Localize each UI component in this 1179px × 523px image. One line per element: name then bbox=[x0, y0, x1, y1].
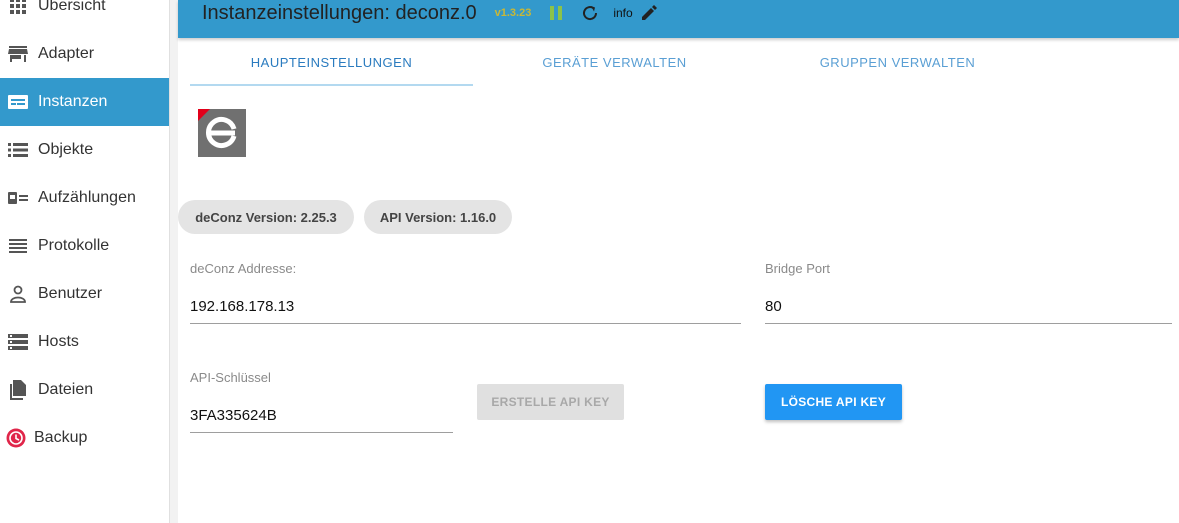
delete-api-key-button[interactable]: LÖSCHE API KEY bbox=[765, 384, 902, 420]
tab-geraete-verwalten[interactable]: GERÄTE VERWALTEN bbox=[473, 40, 756, 84]
pause-icon[interactable] bbox=[549, 5, 563, 21]
enum-icon bbox=[8, 188, 28, 208]
create-api-key-button[interactable]: ERSTELLE API KEY bbox=[477, 384, 624, 420]
sidebar-item-label: Objekte bbox=[38, 141, 94, 158]
sidebar-item-backup[interactable]: Backup bbox=[0, 414, 169, 462]
sidebar-item-dateien[interactable]: Dateien bbox=[0, 366, 169, 414]
address-input[interactable] bbox=[190, 289, 741, 324]
sidebar-item-adapter[interactable]: Adapter bbox=[0, 30, 169, 78]
sidebar-item-aufzaehlungen[interactable]: Aufzählungen bbox=[0, 174, 169, 222]
sidebar-item-label: Benutzer bbox=[38, 285, 103, 302]
sidebar-item-label: Hosts bbox=[38, 333, 79, 350]
sidebar-item-label: Aufzählungen bbox=[38, 189, 136, 206]
refresh-icon[interactable] bbox=[581, 4, 599, 22]
address-label: deConz Addresse: bbox=[190, 261, 297, 276]
sidebar-item-label: Instanzen bbox=[38, 93, 108, 110]
list-icon bbox=[8, 140, 28, 160]
port-label: Bridge Port bbox=[765, 261, 831, 276]
edit-icon[interactable] bbox=[641, 5, 657, 21]
sidebar-item-objekte[interactable]: Objekte bbox=[0, 126, 169, 174]
tab-gruppen-verwalten[interactable]: GRUPPEN VERWALTEN bbox=[756, 40, 1039, 84]
sidebar-item-label: Backup bbox=[34, 429, 88, 446]
sidebar-item-uebersicht[interactable]: Übersicht bbox=[0, 0, 169, 30]
sidebar-item-label: Übersicht bbox=[38, 0, 106, 14]
sidebar-divider bbox=[170, 0, 178, 523]
instances-icon bbox=[8, 92, 28, 112]
sidebar: Übersicht Adapter Instanzen Objekte Aufz… bbox=[0, 0, 170, 523]
tab-indicator bbox=[190, 84, 473, 86]
log-icon bbox=[8, 236, 28, 256]
header-bar: Instanzeinstellungen: deconz.0 v1.3.23 i… bbox=[178, 0, 1179, 38]
user-icon bbox=[8, 284, 28, 304]
sidebar-item-instanzen[interactable]: Instanzen bbox=[0, 78, 169, 126]
apikey-label: API-Schlüssel bbox=[190, 370, 271, 385]
sidebar-item-protokolle[interactable]: Protokolle bbox=[0, 222, 169, 270]
apikey-input[interactable] bbox=[190, 398, 453, 433]
page-title: Instanzeinstellungen: deconz.0 bbox=[202, 1, 477, 24]
api-version-chip: API Version: 1.16.0 bbox=[364, 200, 512, 234]
store-icon bbox=[8, 44, 28, 64]
sidebar-item-label: Dateien bbox=[38, 381, 94, 398]
deconz-version-chip: deConz Version: 2.25.3 bbox=[178, 200, 354, 234]
files-icon bbox=[8, 380, 28, 400]
backup-icon bbox=[6, 428, 26, 448]
sidebar-item-hosts[interactable]: Hosts bbox=[0, 318, 169, 366]
info-link[interactable]: info bbox=[613, 6, 632, 20]
sidebar-item-label: Adapter bbox=[38, 45, 95, 62]
version-badge: v1.3.23 bbox=[494, 7, 532, 19]
sidebar-item-label: Protokolle bbox=[38, 237, 110, 254]
port-input[interactable] bbox=[765, 289, 1172, 324]
sidebar-item-benutzer[interactable]: Benutzer bbox=[0, 270, 169, 318]
grid-icon bbox=[8, 0, 28, 16]
hosts-icon bbox=[8, 332, 28, 352]
tab-haupteinstellungen[interactable]: HAUPTEINSTELLUNGEN bbox=[190, 40, 473, 84]
deconz-logo bbox=[198, 109, 246, 157]
